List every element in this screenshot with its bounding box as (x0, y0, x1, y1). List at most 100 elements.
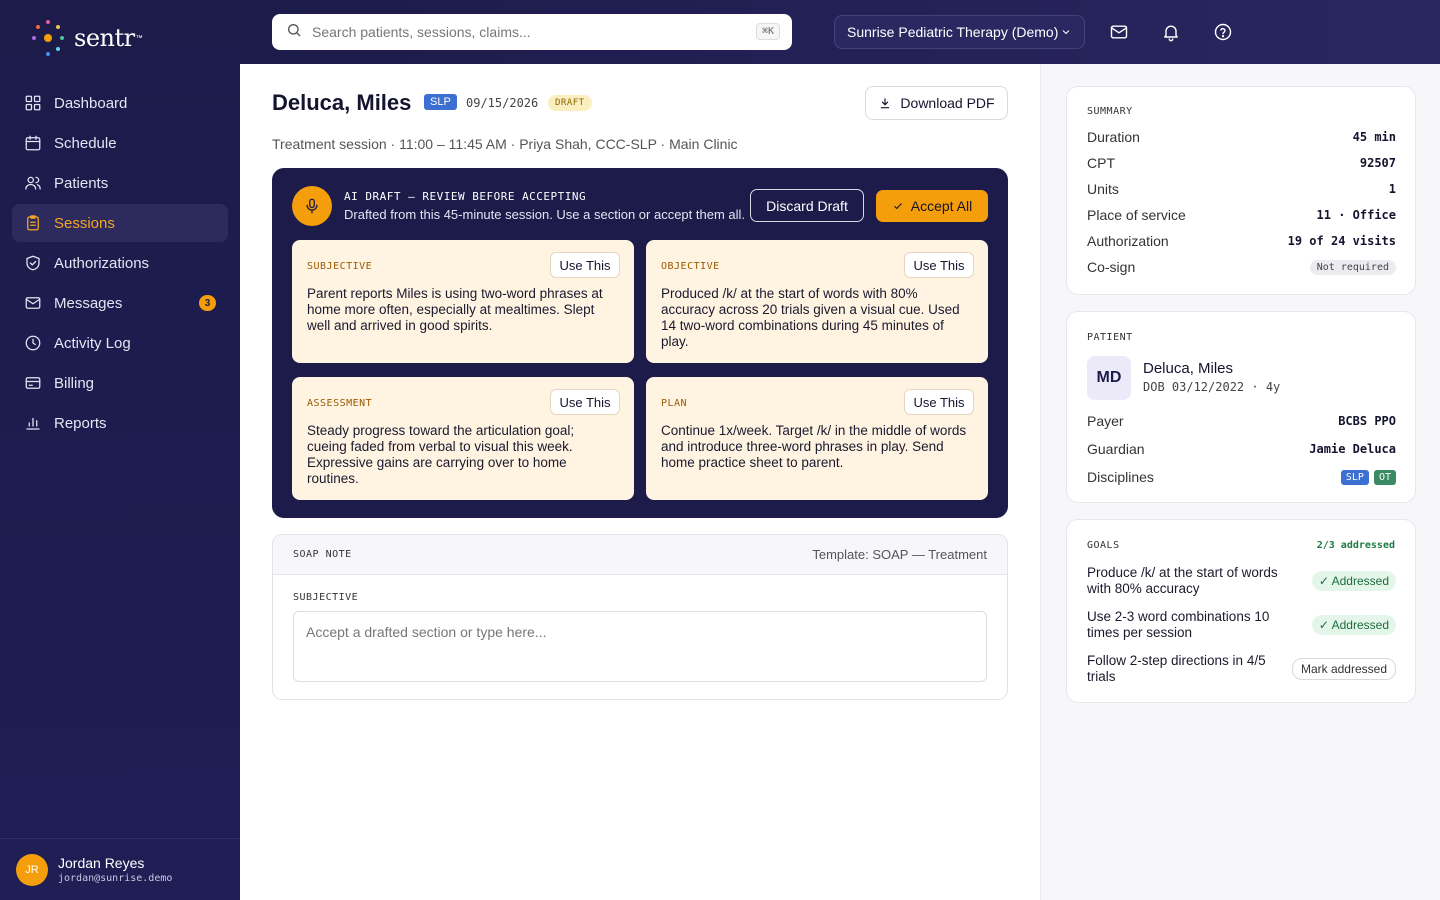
sidebar-item-activity-log[interactable]: Activity Log (12, 324, 228, 362)
patient-dob: DOB 03/12/2022 · 4y (1143, 380, 1281, 394)
sidebar-item-label: Reports (54, 414, 107, 432)
notifications-button[interactable] (1161, 22, 1181, 42)
soap-note-title: SOAP NOTE (293, 549, 352, 560)
goal-item: Produce /k/ at the start of words with 8… (1087, 565, 1396, 597)
subjective-textarea[interactable] (293, 611, 987, 682)
users-icon (24, 174, 42, 192)
accept-all-label: Accept All (910, 198, 973, 214)
grid-icon (24, 94, 42, 112)
draft-card-subjective: SUBJECTIVE Use This Parent reports Miles… (292, 240, 634, 363)
patient-row: Payer BCBS PPO (1087, 411, 1396, 431)
sidebar-item-label: Messages (54, 294, 123, 312)
sidebar-item-dashboard[interactable]: Dashboard (12, 84, 228, 122)
shield-icon (24, 254, 42, 272)
cosign-badge: Not required (1309, 259, 1396, 275)
bell-icon (1161, 25, 1181, 46)
summary-key: Place of service (1087, 207, 1186, 223)
ai-draft-panel: AI DRAFT — REVIEW BEFORE ACCEPTING Draft… (272, 168, 1008, 518)
draft-card-text: Steady progress toward the articulation … (307, 423, 575, 486)
microphone-icon (292, 186, 332, 226)
summary-key: Co-sign (1087, 259, 1136, 275)
goal-status-badge: ✓ Addressed (1311, 571, 1396, 591)
draft-card-text: Parent reports Miles is using two-word p… (307, 286, 603, 333)
soap-note-panel: SOAP NOTE Template: SOAP — Treatment SUB… (272, 534, 1008, 700)
messages-badge: 3 (199, 295, 216, 311)
sidebar-item-billing[interactable]: Billing (12, 364, 228, 402)
sidebar-item-messages[interactable]: Messages 3 (12, 284, 228, 322)
discipline-badge: SLP (424, 94, 457, 110)
user-profile[interactable]: JR Jordan Reyes jordan@sunrise.demo (0, 838, 240, 900)
use-this-button[interactable]: Use This (550, 389, 620, 415)
summary-row: Authorization 19 of 24 visits (1087, 231, 1396, 251)
sidebar-item-schedule[interactable]: Schedule (12, 124, 228, 162)
ai-draft-subheading: Drafted from this 45-minute session. Use… (344, 207, 746, 222)
summary-key: CPT (1087, 155, 1115, 171)
discard-draft-button[interactable]: Discard Draft (750, 189, 864, 222)
logo[interactable]: sentr ™ (28, 18, 143, 58)
patient-row: Disciplines SLP OT (1087, 467, 1396, 487)
logo-text: sentr (74, 24, 135, 52)
mail-button[interactable] (1109, 22, 1129, 42)
goal-status-badge: ✓ Addressed (1311, 615, 1396, 635)
sidebar-nav: Dashboard Schedule Patients Sessions Aut… (12, 84, 228, 444)
download-pdf-button[interactable]: Download PDF (865, 86, 1008, 120)
draft-card-objective: OBJECTIVE Use This Produced /k/ at the s… (646, 240, 988, 363)
avatar: JR (16, 853, 48, 886)
session-main: Deluca, Miles SLP 09/15/2026 DRAFT Downl… (240, 64, 1040, 900)
summary-key: Units (1087, 181, 1119, 197)
goals-panel: GOALS 2/3 addressed Produce /k/ at the s… (1066, 519, 1416, 703)
goal-text: Produce /k/ at the start of words with 8… (1087, 565, 1278, 596)
payer-value: BCBS PPO (1338, 414, 1396, 428)
patient-key: Guardian (1087, 441, 1145, 457)
use-this-button[interactable]: Use This (550, 252, 620, 278)
summary-panel: SUMMARY Duration 45 min CPT 92507 Units 1 P… (1066, 86, 1416, 295)
status-badge: DRAFT (548, 95, 592, 111)
bar-chart-icon (24, 414, 42, 432)
logo-mark-icon (28, 18, 68, 58)
mark-addressed-button[interactable]: Mark addressed (1291, 658, 1396, 680)
summary-value: 19 of 24 visits (1287, 234, 1396, 248)
use-this-button[interactable]: Use This (904, 389, 974, 415)
draft-card-label: PLAN (661, 398, 688, 409)
help-button[interactable] (1213, 22, 1233, 42)
sidebar-item-label: Patients (54, 174, 109, 192)
draft-card-text: Produced /k/ at the start of words with … (661, 286, 960, 349)
discipline-badge-ot: OT (1373, 469, 1396, 485)
goals-title: GOALS (1087, 540, 1120, 551)
chevron-down-icon (1062, 30, 1070, 35)
check-icon (893, 203, 902, 210)
sidebar-item-patients[interactable]: Patients (12, 164, 228, 202)
session-sidebar: SUMMARY Duration 45 min CPT 92507 Units 1 P… (1040, 64, 1440, 900)
draft-card-text: Continue 1x/week. Target /k/ in the midd… (661, 423, 967, 470)
sidebar-item-authorizations[interactable]: Authorizations (12, 244, 228, 282)
sidebar-item-label: Dashboard (54, 94, 128, 112)
goals-progress: 2/3 addressed (1316, 540, 1395, 551)
search-shortcut: ⌘K (755, 23, 780, 40)
summary-row: CPT 92507 (1087, 153, 1396, 173)
clock-icon (24, 334, 42, 352)
patient-row: Guardian Jamie Deluca (1087, 439, 1396, 459)
user-email: jordan@sunrise.demo (58, 873, 173, 884)
summary-value: 92507 (1359, 156, 1396, 170)
logo-tm: ™ (135, 34, 143, 42)
use-this-button[interactable]: Use This (904, 252, 974, 278)
soap-template-label: Template: SOAP — Treatment (812, 547, 987, 562)
patient-name[interactable]: Deluca, Miles (1143, 360, 1233, 377)
sidebar-item-reports[interactable]: Reports (12, 404, 228, 442)
draft-card-label: OBJECTIVE (661, 261, 720, 272)
goal-text: Use 2-3 word combinations 10 times per s… (1087, 609, 1270, 640)
help-icon (1213, 23, 1233, 46)
draft-card-label: SUBJECTIVE (307, 261, 373, 272)
org-selector[interactable]: Sunrise Pediatric Therapy (Demo) (834, 15, 1085, 49)
calendar-icon (24, 134, 42, 152)
summary-row: Place of service 11 · Office (1087, 205, 1396, 225)
sidebar-item-label: Schedule (54, 134, 117, 152)
mail-icon (1109, 25, 1129, 46)
accept-all-button[interactable]: Accept All (876, 190, 988, 222)
summary-title: SUMMARY (1087, 106, 1133, 117)
search-input[interactable] (312, 24, 732, 40)
goal-item: Follow 2-step directions in 4/5 trials M… (1087, 653, 1396, 685)
discipline-badges: SLP OT (1340, 469, 1396, 485)
summary-row: Units 1 (1087, 179, 1396, 199)
sidebar-item-sessions[interactable]: Sessions (12, 204, 228, 242)
